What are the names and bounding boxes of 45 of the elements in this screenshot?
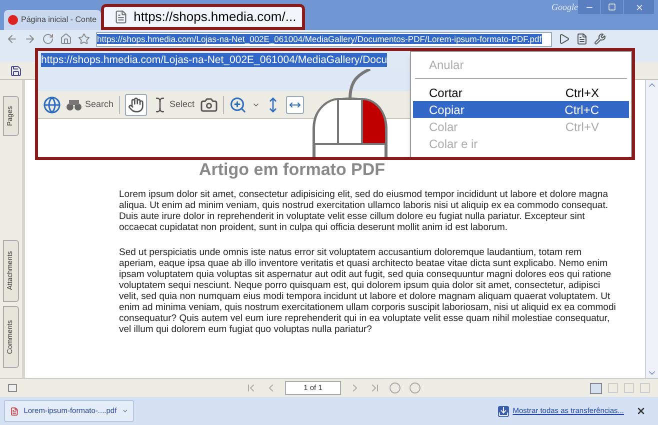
maximize-button[interactable] xyxy=(601,0,623,14)
scrollbar[interactable] xyxy=(645,80,658,378)
download-icon xyxy=(498,406,509,416)
tab-title: https://shops.hmedia.com/... xyxy=(134,8,296,26)
menu-item[interactable]: Cortar Ctrl+X xyxy=(413,84,629,101)
zoom-in-icon[interactable] xyxy=(228,96,247,114)
close-icon xyxy=(634,2,644,12)
caret-icon[interactable] xyxy=(122,407,128,415)
select-tool-button[interactable]: Select xyxy=(152,96,195,112)
back-view-icon[interactable] xyxy=(389,382,401,394)
wrench-icon[interactable] xyxy=(594,33,606,45)
close-button[interactable] xyxy=(624,0,654,14)
brand-text: Google xyxy=(552,1,578,14)
star-icon[interactable] xyxy=(78,33,90,45)
first-page-icon[interactable] xyxy=(245,382,257,394)
last-page-icon[interactable] xyxy=(369,382,381,394)
home-icon[interactable] xyxy=(60,33,72,45)
hand-icon xyxy=(128,96,144,112)
single-page-view-icon[interactable] xyxy=(590,382,602,394)
document-paragraph: Lorem ipsum dolor sit amet, consectetur adipisicing elit, sed do eiusmod tempor incididunt ut labore et dolore magna aliqua. Ut enim ad minim veniam, quis nostrud exercitation ullamco laboris nisi ut aliquip ex ea commodo consequat. Duis aute irure dolor in reprehenderit in voluptate velit esse cillum dolore eu fugiat nulla pariatur. Excepteur sint occaecat cupidatat non proident, sunt in culpa qui officia deserunt mollit anim id est laborum. xyxy=(119,189,609,233)
maximize-icon xyxy=(608,3,616,11)
search-tool-button[interactable]: Search xyxy=(66,98,114,112)
page-icon xyxy=(114,10,128,24)
reload-icon[interactable] xyxy=(42,33,54,45)
pdf-file-icon xyxy=(10,406,19,416)
browser-tab[interactable]: Página inicial - Conte xyxy=(4,10,101,30)
document-paragraph: Sed ut perspiciatis unde omnis iste natus error sit voluptatem accusantium doloremque laudantium, totam rem aperiam, eaque ipsa quae ab illo inventore veritatis et quasi architecto beatae vitae dicta sunt explicabo. Nemo enim ipsam voluptatem quia voluptas sit aspernatur aut odit aut fugit, sed quia consequuntur magni dolores eos qui ratione voluptatem sequi nesciunt. Neque porro quisquam est, qui dolorem ipsum quia dolor sit amet, consectetur, adipisci velit, sed quia non numquam eius modi tempora incidunt ut labore et dolore magnam aliquam quaerat voluptatem. Ut enim ad minima veniam, quis nostrum exercitationem ullam corporis suscipit laboriosam, nisi ut aliquid ex ea commodi consequatur? Quis autem vel eum iure reprehenderit qui in ea voluptate velit esse quam nihil molestiae consequatur, vel illum qui dolorem eum fugiat quo voluptas nulla pariatur? xyxy=(119,247,617,335)
binoculars-icon xyxy=(66,98,82,112)
snapshot-icon[interactable] xyxy=(200,96,218,114)
hand-tool-button[interactable] xyxy=(124,94,147,116)
close-icon[interactable] xyxy=(636,406,646,416)
forward-view-icon[interactable] xyxy=(409,382,421,394)
tab-title: Página inicial - Conte xyxy=(21,14,97,26)
back-icon[interactable] xyxy=(6,33,18,45)
forward-icon[interactable] xyxy=(24,33,36,45)
browser-tab[interactable]: https://shops.hmedia.com/... xyxy=(100,4,305,30)
play-icon[interactable] xyxy=(558,33,570,45)
page-menu-icon[interactable] xyxy=(576,33,588,45)
menu-item[interactable]: Copiar Ctrl+C xyxy=(413,101,629,118)
panel-toggle-icon[interactable] xyxy=(8,384,17,392)
globe-icon[interactable] xyxy=(43,96,61,114)
fit-width-button[interactable] xyxy=(286,96,304,114)
save-icon[interactable] xyxy=(10,64,22,76)
address-bar[interactable]: https://shops.hmedia.com/Lojas-na-Net_002E_061004/MediaGallery/Documentos-PDF/Lorem-ipsum-formato-PDF.pdf xyxy=(96,32,552,46)
document-title: Artigo em formato PDF xyxy=(199,160,386,180)
